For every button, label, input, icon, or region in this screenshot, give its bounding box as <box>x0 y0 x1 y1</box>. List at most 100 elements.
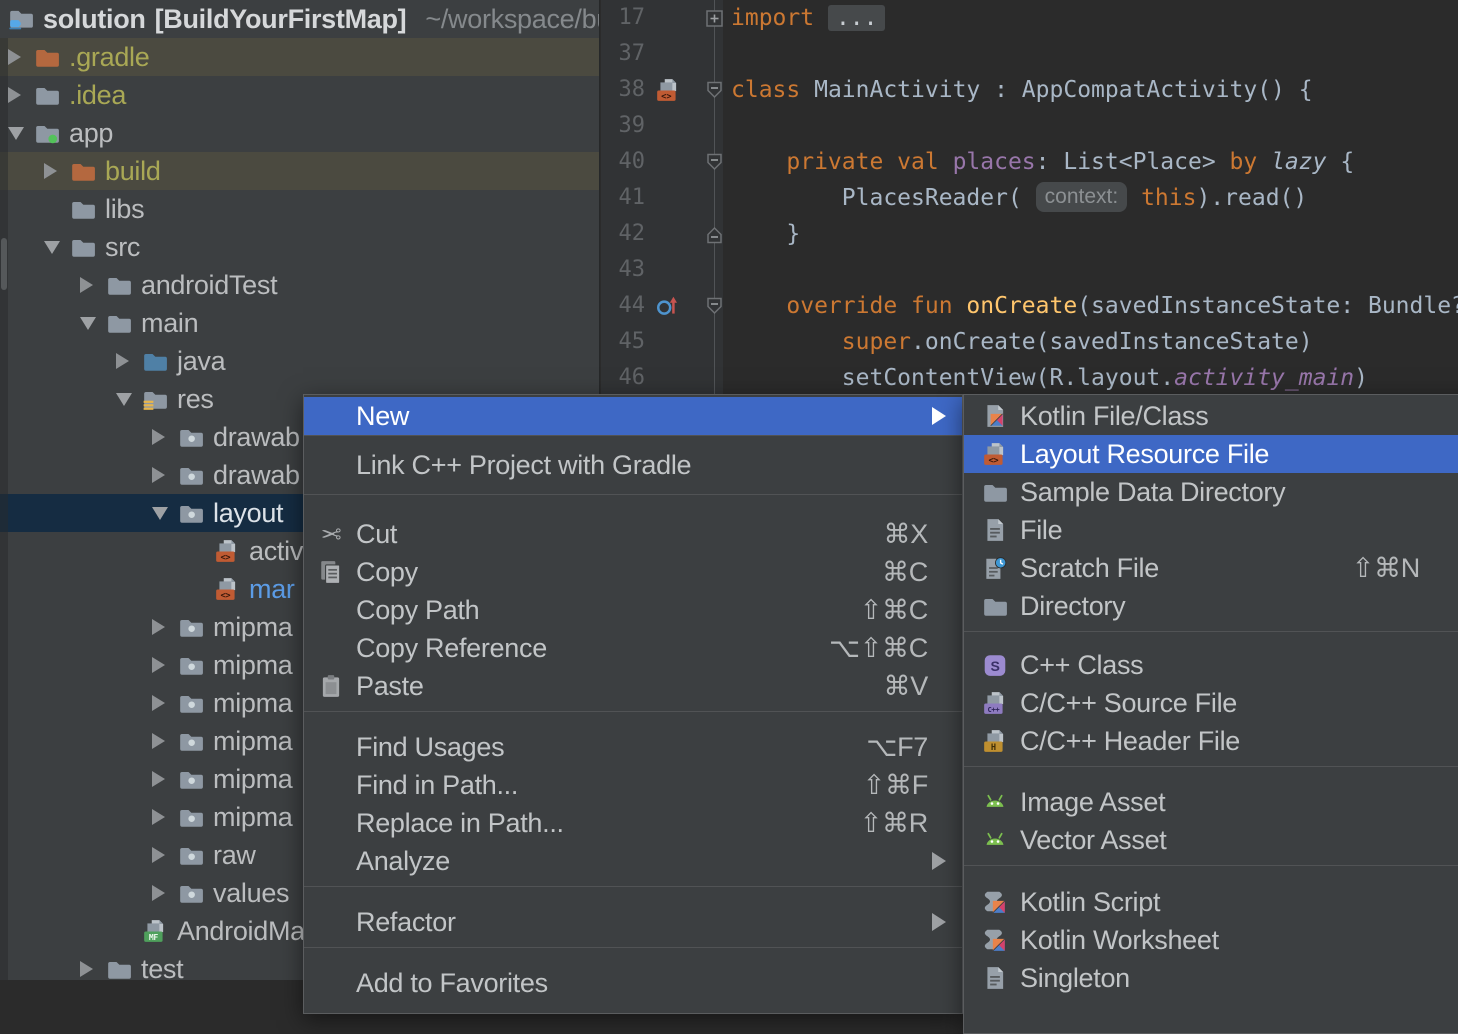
override-gutter-icon[interactable] <box>655 293 681 319</box>
code-line-45[interactable]: 45 super.onCreate(savedInstanceState) <box>601 324 1458 360</box>
menu-item-sample-data-directory[interactable]: Sample Data Directory <box>964 473 1458 511</box>
menu-item-copy-reference[interactable]: Copy Reference⌥⇧⌘C <box>304 629 962 667</box>
code-line-42[interactable]: 42 } <box>601 216 1458 252</box>
code-lines: 17import ...3738 <>class MainActivity : … <box>601 0 1458 396</box>
collapse-arrow-icon[interactable] <box>152 507 178 520</box>
menu-item-file[interactable]: File <box>964 511 1458 549</box>
menu-item-cut[interactable]: ✂Cut⌘X <box>304 515 962 553</box>
menu-section: Kotlin ScriptKotlin WorksheetSingleton <box>964 866 1458 997</box>
svg-text:<>: <> <box>988 456 998 466</box>
menu-item-image-asset[interactable]: Image Asset <box>964 783 1458 821</box>
collapse-arrow-icon[interactable] <box>80 317 106 330</box>
expand-arrow-icon[interactable] <box>152 619 178 635</box>
tree-item-java[interactable]: java <box>0 342 599 380</box>
expand-arrow-icon[interactable] <box>152 429 178 445</box>
tree-item-project-root[interactable]: solution [BuildYourFirstMap] ~/workspace… <box>0 0 599 38</box>
menu-item-find-usages[interactable]: Find Usages⌥F7 <box>304 728 962 766</box>
code-line-39[interactable]: 39 <box>601 108 1458 144</box>
code-line-37[interactable]: 37 <box>601 36 1458 72</box>
scratch-file-icon <box>980 553 1010 583</box>
folder-res-icon <box>142 386 168 412</box>
tree-item-src[interactable]: src <box>0 228 599 266</box>
menu-item-paste[interactable]: Paste⌘V <box>304 667 962 705</box>
tree-item-idea[interactable]: .idea <box>0 76 599 114</box>
file-icon <box>980 515 1010 545</box>
expand-arrow-icon[interactable] <box>152 885 178 901</box>
menu-item-label: C++ Class <box>1020 650 1420 681</box>
menu-item-kotlin-worksheet[interactable]: Kotlin Worksheet <box>964 921 1458 959</box>
menu-item-scratch-file[interactable]: Scratch File⇧⌘N <box>964 549 1458 587</box>
expand-arrow-icon[interactable] <box>8 49 34 65</box>
menu-item-c-c-source-file[interactable]: C++C/C++ Source File <box>964 684 1458 722</box>
menu-item-new[interactable]: New <box>304 397 962 435</box>
expand-arrow-icon[interactable] <box>116 353 142 369</box>
line-number: 43 <box>601 252 645 288</box>
menu-item-c-c-header-file[interactable]: HC/C++ Header File <box>964 722 1458 760</box>
paste-icon <box>316 671 346 701</box>
tree-scrollbar-thumb[interactable] <box>1 238 7 290</box>
tree-item-gradle[interactable]: .gradle <box>0 38 599 76</box>
expand-arrow-icon[interactable] <box>152 733 178 749</box>
code-text: import ... <box>731 0 885 36</box>
menu-item-layout-resource-file[interactable]: <>Layout Resource File <box>964 435 1458 473</box>
code-line-17[interactable]: 17import ... <box>601 0 1458 36</box>
line-number: 46 <box>601 360 645 396</box>
collapse-arrow-icon[interactable] <box>44 241 70 254</box>
menu-item-replace-in-path[interactable]: Replace in Path...⇧⌘R <box>304 804 962 842</box>
fold-marker-icon[interactable] <box>705 297 724 316</box>
menu-item-singleton[interactable]: Singleton <box>964 959 1458 997</box>
fold-marker-icon[interactable] <box>705 81 724 100</box>
menu-item-copy[interactable]: Copy⌘C <box>304 553 962 591</box>
menu-item-refactor[interactable]: Refactor <box>304 903 962 941</box>
tree-item-label: mipma <box>213 612 293 643</box>
code-line-43[interactable]: 43 <box>601 252 1458 288</box>
code-line-38[interactable]: 38 <>class MainActivity : AppCompatActiv… <box>601 72 1458 108</box>
tree-item-label: mipma <box>213 650 293 681</box>
code-line-40[interactable]: 40 private val places: List<Place> by la… <box>601 144 1458 180</box>
expand-arrow-icon[interactable] <box>152 467 178 483</box>
collapse-arrow-icon[interactable] <box>8 127 34 140</box>
expand-arrow-icon[interactable] <box>44 163 70 179</box>
menu-item-c-class[interactable]: SC++ Class <box>964 646 1458 684</box>
tree-item-libs[interactable]: libs <box>0 190 599 228</box>
expand-arrow-icon[interactable] <box>152 657 178 673</box>
fold-marker-icon[interactable] <box>705 153 724 172</box>
fold-marker-icon[interactable] <box>705 225 724 244</box>
expand-arrow-icon[interactable] <box>152 771 178 787</box>
line-number: 40 <box>601 144 645 180</box>
file-icon <box>980 963 1010 993</box>
xml-file-gutter-icon[interactable]: <> <box>655 77 681 103</box>
expand-arrow-icon[interactable] <box>8 87 34 103</box>
code-line-46[interactable]: 46 setContentView(R.layout.activity_main… <box>601 360 1458 396</box>
menu-item-find-in-path[interactable]: Find in Path...⇧⌘F <box>304 766 962 804</box>
menu-item-label: Replace in Path... <box>356 808 840 839</box>
expand-arrow-icon[interactable] <box>152 847 178 863</box>
tree-item-main[interactable]: main <box>0 304 599 342</box>
tree-scrollbar-track[interactable] <box>0 38 8 980</box>
expand-arrow-icon[interactable] <box>80 277 106 293</box>
fold-marker-icon[interactable] <box>705 9 724 28</box>
tree-item-androidtest[interactable]: androidTest <box>0 266 599 304</box>
menu-item-analyze[interactable]: Analyze <box>304 842 962 880</box>
expand-arrow-icon[interactable] <box>152 695 178 711</box>
expand-arrow-icon[interactable] <box>80 961 106 977</box>
line-number: 41 <box>601 180 645 216</box>
menu-item-shortcut: ⇧⌘C <box>840 595 928 626</box>
tree-item-label: AndroidMa <box>177 916 305 947</box>
menu-item-directory[interactable]: Directory <box>964 587 1458 625</box>
code-line-41[interactable]: 41 PlacesReader( context: this).read() <box>601 180 1458 216</box>
tree-item-build[interactable]: build <box>0 152 599 190</box>
menu-item-add-to-favorites[interactable]: Add to Favorites <box>304 964 962 1002</box>
menu-item-link-c-project-with-gradle[interactable]: Link C++ Project with Gradle <box>304 442 962 488</box>
menu-item-kotlin-script[interactable]: Kotlin Script <box>964 883 1458 921</box>
menu-item-vector-asset[interactable]: Vector Asset <box>964 821 1458 859</box>
collapse-arrow-icon[interactable] <box>116 393 142 406</box>
expand-arrow-icon[interactable] <box>152 809 178 825</box>
tree-item-label: drawab <box>213 422 300 453</box>
code-line-44[interactable]: 44 override fun onCreate(savedInstanceSt… <box>601 288 1458 324</box>
tree-item-app[interactable]: app <box>0 114 599 152</box>
menu-item-shortcut: ⇧⌘N <box>1332 553 1420 584</box>
menu-item-copy-path[interactable]: Copy Path⇧⌘C <box>304 591 962 629</box>
menu-item-kotlin-file-class[interactable]: Kotlin File/Class <box>964 397 1458 435</box>
folder-icon <box>106 272 132 298</box>
